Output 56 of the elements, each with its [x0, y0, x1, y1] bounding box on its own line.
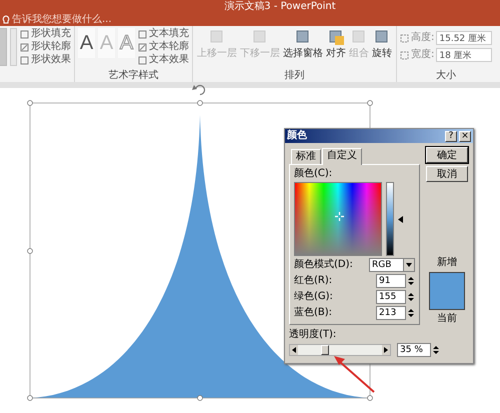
field-label: 蓝色(B):: [294, 307, 332, 319]
width-icon: [400, 50, 409, 60]
window-title: 演示文稿3 - PowerPoint: [223, 0, 337, 13]
group-label: 艺术字样式: [108, 70, 160, 82]
group-label: 大小: [435, 70, 458, 82]
ribbon-menu-item[interactable]: 文本轮廓: [138, 41, 189, 53]
field-label: 高度:: [411, 31, 434, 45]
height-icon: [400, 34, 409, 42]
color-mode-dropdown[interactable]: RGB: [369, 258, 415, 272]
pointer-icon[interactable]: [398, 216, 403, 222]
ribbon-menu-item[interactable]: 文本填充: [138, 28, 189, 40]
ribbon-menu-item[interactable]: 形状轮廓: [20, 41, 71, 53]
field-label: 红色(R):: [294, 275, 332, 287]
dialog-title: 颜色: [287, 130, 308, 142]
right-arrow-icon[interactable]: [382, 345, 390, 355]
size-field[interactable]: 15.52 厘米: [436, 31, 492, 45]
ribbon-menu-item[interactable]: 形状填充: [20, 28, 71, 40]
dialog-button[interactable]: 取消: [426, 166, 468, 182]
ribbon-menu-item[interactable]: 文本效果: [138, 54, 189, 66]
size-field[interactable]: 18 厘米: [436, 48, 492, 62]
new-color-label: 新增: [437, 257, 457, 269]
dropdown-arrow-icon[interactable]: [406, 263, 412, 267]
colors-label: 颜色(C):: [294, 168, 334, 180]
transparency-slider[interactable]: [289, 344, 391, 356]
number-field[interactable]: 213: [376, 306, 406, 320]
tell-me-field[interactable]: 告诉我您想要做什么...: [12, 14, 162, 25]
dialog-button[interactable]: 确定: [426, 147, 468, 163]
ribbon-menu-item[interactable]: 形状效果: [20, 54, 71, 66]
number-field[interactable]: 91: [376, 274, 406, 288]
ribbon-button[interactable]: 选择窗格: [282, 28, 324, 70]
field-label: 宽度:: [411, 48, 434, 62]
gallery-scrollbar[interactable]: [10, 28, 17, 66]
tab[interactable]: 标准: [291, 149, 321, 164]
field-label: 绿色(G):: [294, 291, 333, 303]
color-swatch: [429, 272, 465, 310]
lightbulb-icon: [2, 14, 10, 24]
align-icon: [327, 28, 345, 48]
current-color-label: 当前: [437, 313, 457, 325]
help-button[interactable]: ?: [445, 130, 457, 142]
ribbon-button[interactable]: 对齐: [325, 28, 347, 70]
field-label: 透明度(T):: [289, 329, 338, 341]
close-button[interactable]: ×: [459, 130, 471, 142]
left-arrow-icon[interactable]: [290, 345, 298, 355]
transparency-field[interactable]: 35 %: [397, 343, 431, 357]
luminance-bar[interactable]: [386, 182, 394, 256]
crosshair-icon[interactable]: [335, 212, 344, 221]
tab[interactable]: 自定义: [322, 148, 362, 165]
number-field[interactable]: 155: [376, 290, 406, 304]
color-spectrum[interactable]: [294, 182, 382, 256]
field-label: 颜色模式(D):: [294, 259, 353, 271]
annotation-arrow: [334, 356, 375, 393]
ribbon-button[interactable]: 旋转: [371, 28, 393, 70]
rotate-handle-icon[interactable]: [192, 84, 206, 96]
slider-thumb[interactable]: [321, 345, 329, 355]
wordart-sample[interactable]: A: [78, 28, 95, 58]
group-label: 排列: [284, 70, 306, 82]
